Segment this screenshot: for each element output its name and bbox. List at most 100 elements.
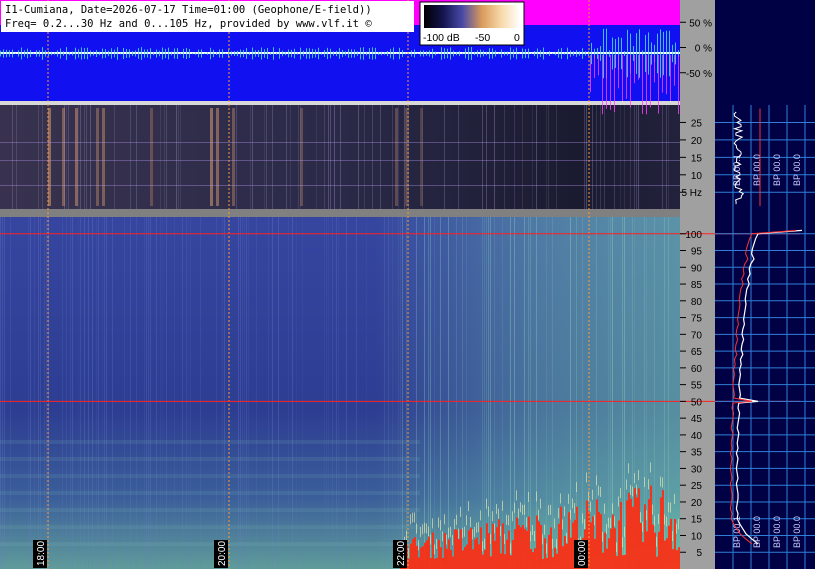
main-streak [162, 217, 163, 569]
main-streak [328, 217, 329, 569]
waveform-sample [333, 51, 334, 56]
waveform-sample [207, 52, 208, 55]
noise-bar [548, 534, 550, 569]
noise-highlight [554, 518, 555, 529]
noise-highlight [480, 510, 481, 521]
waveform-sample [6, 49, 7, 58]
low-streak [586, 105, 587, 209]
noise-highlight [522, 504, 523, 515]
waveform-sample [570, 50, 571, 57]
noise-highlight [636, 484, 637, 495]
low-streak [136, 105, 137, 209]
main-streak [104, 217, 105, 569]
main-streak [92, 217, 93, 569]
noise-bar [544, 538, 546, 569]
noise-bar [552, 557, 554, 569]
waveform-sample [459, 50, 460, 57]
waveform-spike [622, 55, 623, 102]
waveform-sample [102, 48, 103, 59]
low-streak [324, 105, 325, 209]
waveform-sample [438, 52, 439, 55]
waveform-sample [180, 52, 181, 55]
low-event [102, 108, 105, 206]
waveform-sample [372, 47, 373, 60]
waveform-sample [261, 47, 262, 60]
low-event [300, 108, 303, 206]
time-tick-label: 20:00 [217, 541, 228, 566]
noise-bar [420, 547, 422, 569]
low-streak [178, 105, 179, 209]
waveform-sample [489, 48, 490, 59]
noise-highlight [446, 534, 447, 545]
waveform-spike [610, 55, 611, 110]
noise-highlight [604, 503, 605, 514]
low-streak [600, 105, 601, 209]
main-streak [524, 217, 525, 569]
noise-bar [654, 532, 656, 569]
low-streak [392, 105, 393, 209]
noise-bar [456, 529, 458, 569]
noise-bar [616, 555, 618, 569]
waveform-sample [189, 48, 190, 59]
noise-highlight [536, 491, 537, 502]
waveform-sample [72, 51, 73, 56]
waveform-tick-label: 50 % [689, 18, 712, 29]
main-streak [608, 217, 609, 569]
main-streak [216, 217, 217, 569]
noise-bar [590, 522, 592, 569]
noise-highlight [662, 477, 663, 488]
waveform-sample [318, 47, 319, 60]
main-streak [256, 217, 257, 569]
waveform-sample [561, 48, 562, 59]
waveform-spike [630, 55, 631, 108]
low-streak [584, 105, 585, 209]
waveform-sample [165, 48, 166, 59]
noise-highlight [678, 519, 679, 530]
waveform-sample [195, 52, 196, 55]
noise-bar [500, 553, 502, 569]
noise-bar [472, 549, 474, 569]
noise-highlight [414, 512, 415, 523]
waveform-sample [309, 48, 310, 59]
waveform-sample [474, 51, 475, 56]
noise-highlight [532, 525, 533, 536]
waveform-sample [216, 52, 217, 55]
waveform-sample [465, 48, 466, 59]
waveform-sample [414, 49, 415, 58]
low-tick-label: 15 [691, 153, 703, 164]
noise-highlight [544, 524, 545, 535]
waveform-sample [237, 50, 238, 57]
noise-bar [492, 523, 494, 569]
time-tick-label: 18:00 [36, 541, 47, 566]
main-streak [434, 217, 435, 569]
waveform-sample [234, 51, 235, 56]
noise-bar [600, 514, 602, 569]
low-event [395, 108, 398, 206]
noise-bar [412, 538, 414, 569]
waveform-sample [168, 47, 169, 60]
low-streak [298, 105, 299, 209]
noise-bar [560, 506, 562, 569]
waveform-sample [132, 51, 133, 56]
waveform-sample [348, 49, 349, 58]
waveform-sample [270, 52, 271, 55]
waveform-sample [363, 47, 364, 60]
noise-highlight [642, 521, 643, 532]
waveform-sample [201, 49, 202, 58]
main-streak [30, 217, 31, 569]
vlf-spectrogram-screen: 50 % 0 % -50 % 25 20 15 10 5 Hz 100 95 90 85 80 75 7… [0, 0, 815, 569]
main-streak [654, 217, 655, 569]
noise-highlight [606, 523, 607, 534]
waveform-spike [658, 55, 659, 114]
noise-highlight [428, 526, 429, 537]
noise-bar [538, 521, 540, 569]
low-streak [78, 105, 79, 209]
noise-highlight [632, 486, 633, 497]
main-streak [514, 217, 515, 569]
low-event [420, 108, 423, 206]
noise-bar [624, 554, 626, 569]
noise-highlight [620, 487, 621, 498]
main-streak [40, 217, 41, 569]
noise-bar [478, 544, 480, 569]
low-streak [372, 105, 373, 209]
